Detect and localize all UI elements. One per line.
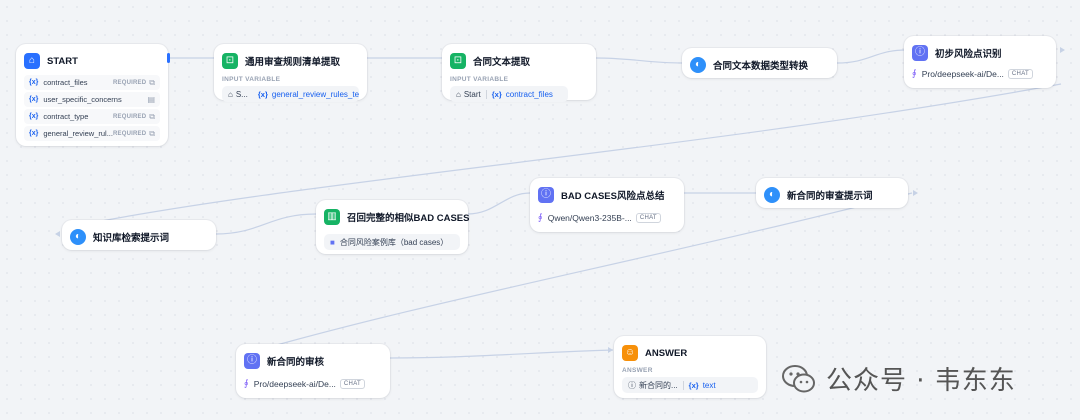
code-icon: ⊡ (222, 53, 238, 69)
start-var-row[interactable]: {x} contract_type REQUIRED ⧉ (24, 109, 160, 124)
wechat-icon (782, 364, 815, 392)
model-selector[interactable]: ∮ Pro/deepseek-ai/De... CHAT (912, 68, 1048, 79)
node-contract-text[interactable]: ⊡ 合同文本提取 INPUT VARIABLE ⌂ Start {x} cont… (442, 44, 596, 102)
chat-badge: CHAT (635, 212, 661, 223)
required-badge: REQUIRED (113, 130, 147, 137)
variable-icon: {x} (29, 96, 39, 103)
answer-icon: ☺ (622, 345, 638, 361)
variable-name: general_review_rules_te... (271, 89, 359, 99)
model-name: Qwen/Qwen3-235B-... (547, 212, 632, 223)
var-name: user_specific_concerns (43, 95, 122, 104)
required-badge: REQUIRED (113, 79, 147, 86)
var-name: contract_files (43, 78, 88, 87)
var-name: contract_type (43, 112, 89, 121)
section-label: INPUT VARIABLE (222, 76, 281, 83)
required-badge: REQUIRED (113, 113, 147, 120)
output-handle[interactable] (167, 53, 170, 63)
chat-badge: CHAT (1007, 68, 1034, 79)
node-title: 通用审查规则清单提取 (245, 57, 341, 68)
variable-name: text (702, 380, 716, 390)
node-title: 合同文本提取 (473, 57, 531, 68)
template-icon: ◐ (70, 229, 86, 245)
input-variable-pill[interactable]: ⌂ Start {x} contract_files (450, 86, 568, 102)
node-kb-prompt[interactable]: ◐ 知识库检索提示词 (62, 220, 216, 250)
model-name: Pro/deepseek-ai/De... (921, 68, 1004, 79)
variable-icon: {x} (29, 113, 39, 120)
file-icon: ⧉ (149, 77, 155, 87)
kb-name: 合同风险案例库（bad cases） (339, 237, 449, 247)
file-icon: ⧉ (149, 128, 155, 138)
variable-icon: {x} (29, 130, 39, 137)
file-icon: ⧉ (149, 111, 155, 121)
home-icon: ⌂ (24, 53, 40, 69)
node-new-review[interactable]: ⓘ 新合同的审核 ∮ Pro/deepseek-ai/De... CHAT (236, 344, 390, 398)
variable-name: contract_files (505, 89, 553, 99)
llm-icon: ⓘ (538, 187, 554, 203)
text-icon: ▤ (147, 95, 155, 104)
node-title: 合同文本数据类型转换 (713, 61, 809, 72)
folder-icon: ■ (330, 237, 335, 247)
node-badcase-summary[interactable]: ⓘ BAD CASES风险点总结 ∮ Qwen/Qwen3-235B-... C… (530, 178, 684, 232)
template-icon: ◐ (690, 57, 706, 73)
variable-icon: {x} (688, 380, 699, 390)
variable-icon: {x} (491, 89, 502, 99)
watermark: 公众号 · 韦东东 (782, 360, 1016, 397)
start-var-row[interactable]: {x} general_review_rul... REQUIRED ⧉ (24, 126, 160, 141)
node-initial-risk[interactable]: ⓘ 初步风险点识别 ∮ Pro/deepseek-ai/De... CHAT (904, 36, 1056, 88)
model-selector[interactable]: ∮ Pro/deepseek-ai/De... CHAT (244, 378, 382, 389)
code-icon: ⊡ (450, 53, 466, 69)
node-type-convert[interactable]: ◐ 合同文本数据类型转换 (682, 48, 837, 78)
start-var-row[interactable]: {x} contract_files REQUIRED ⧉ (24, 75, 160, 90)
model-icon: ∮ (912, 68, 917, 78)
source-node: 新合同的... (639, 380, 678, 390)
chat-badge: CHAT (339, 378, 366, 389)
node-title: ANSWER (645, 347, 688, 359)
node-title: 新合同的审核 (267, 357, 325, 368)
model-selector[interactable]: ∮ Qwen/Qwen3-235B-... CHAT (538, 212, 676, 223)
node-start[interactable]: ⌂ START {x} contract_files REQUIRED ⧉ {x… (16, 44, 170, 146)
llm-icon: ⓘ (912, 45, 928, 61)
llm-icon: ⓘ (244, 353, 260, 369)
node-rules-extract[interactable]: ⊡ 通用审查规则清单提取 INPUT VARIABLE ⌂ S... {x} g… (214, 44, 367, 102)
model-icon: ∮ (244, 378, 249, 388)
section-label: ANSWER (622, 367, 653, 374)
node-title: START (47, 55, 78, 67)
node-title: BAD CASES风险点总结 (561, 191, 665, 202)
section-label: INPUT VARIABLE (450, 76, 509, 83)
home-icon: ⌂ (228, 89, 233, 99)
source-node: Start (463, 89, 481, 99)
node-recall[interactable]: ▥ 召回完整的相似BAD CASES ■ 合同风险案例库（bad cases） (316, 200, 470, 254)
knowledge-base-pill[interactable]: ■ 合同风险案例库（bad cases） (324, 234, 460, 250)
var-name: general_review_rul... (43, 129, 113, 138)
node-new-prompt[interactable]: ◐ 新合同的审查提示词 (756, 178, 908, 208)
home-icon: ⌂ (456, 89, 461, 99)
input-variable-pill[interactable]: ⌂ S... {x} general_review_rules_te... (222, 86, 359, 102)
node-answer[interactable]: ☺ ANSWER ANSWER ⓘ 新合同的... {x} text (614, 336, 766, 398)
start-var-row[interactable]: {x} user_specific_concerns ▤ (24, 92, 160, 107)
node-title: 新合同的审查提示词 (787, 191, 873, 202)
watermark-text: 公众号 · 韦东东 (826, 366, 1016, 396)
answer-variable-pill[interactable]: ⓘ 新合同的... {x} text (622, 377, 758, 393)
variable-icon: {x} (257, 89, 268, 99)
knowledge-icon: ▥ (324, 209, 340, 225)
node-title: 知识库检索提示词 (93, 233, 170, 244)
node-title: 初步风险点识别 (935, 49, 1002, 60)
variable-icon: {x} (29, 79, 39, 86)
node-title: 召回完整的相似BAD CASES (347, 213, 470, 224)
llm-icon: ⓘ (628, 380, 636, 390)
source-node: S... (235, 89, 248, 99)
model-icon: ∮ (538, 212, 543, 222)
template-icon: ◐ (764, 187, 780, 203)
model-name: Pro/deepseek-ai/De... (253, 378, 336, 389)
